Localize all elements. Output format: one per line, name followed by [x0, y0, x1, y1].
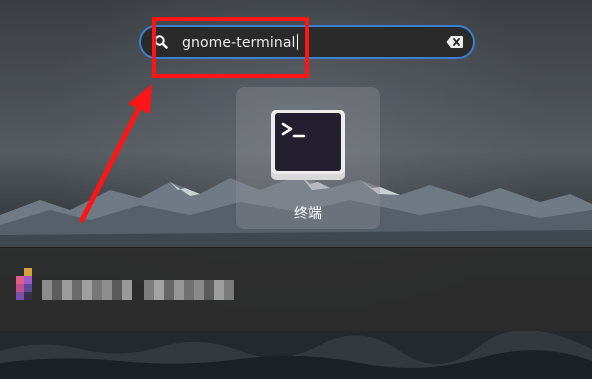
- terminal-icon: [271, 110, 345, 180]
- app-result-label: 终端: [294, 206, 322, 222]
- pixelated-app-entry: [16, 268, 234, 300]
- forest-foreground: [0, 331, 592, 379]
- annotation-highlight-box: [152, 17, 309, 78]
- backspace-clear-icon[interactable]: [446, 34, 464, 50]
